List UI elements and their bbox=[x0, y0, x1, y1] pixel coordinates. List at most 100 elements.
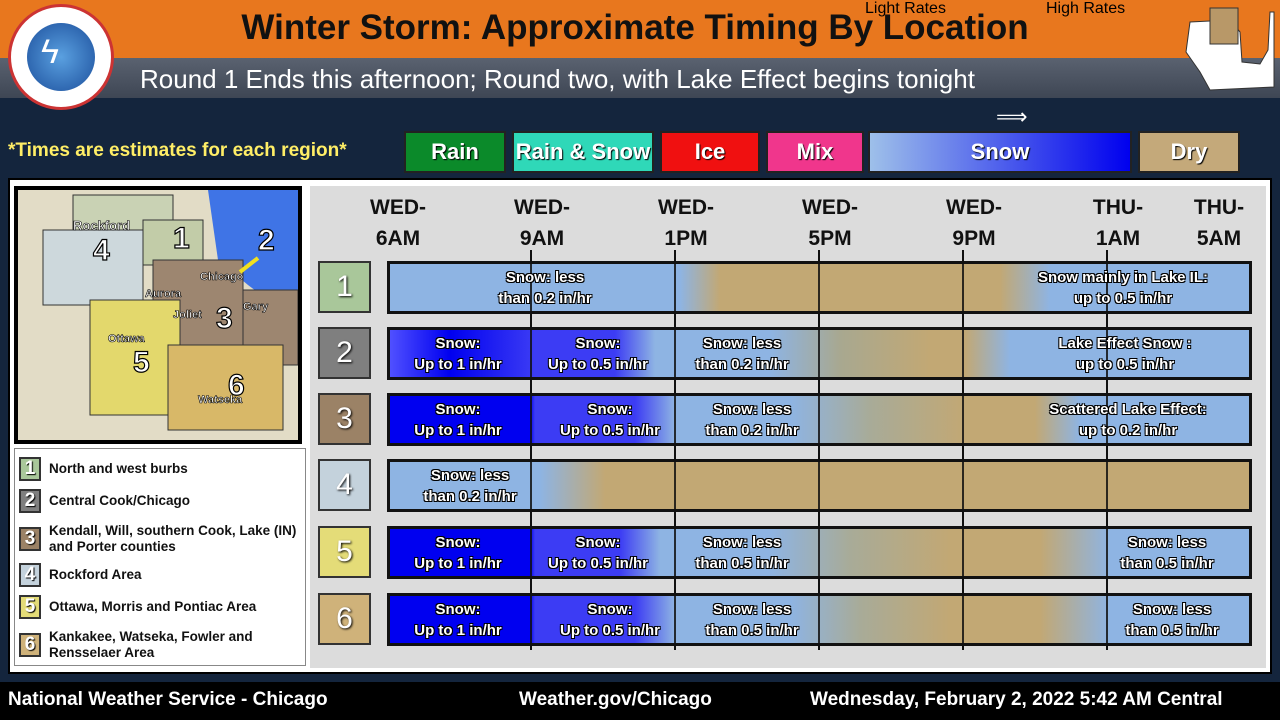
key-mix: Mix bbox=[766, 131, 864, 173]
legend-item-4: 4 Rockford Area bbox=[19, 563, 301, 587]
timeline-cell: Snow: Up to 0.5 in/hr bbox=[560, 399, 660, 441]
time-day: WED- bbox=[802, 196, 858, 219]
legend-label: Rockford Area bbox=[49, 567, 142, 582]
cell-line: Snow: less bbox=[1132, 601, 1212, 618]
legend-item-5: 5 Ottawa, Morris and Pontiac Area bbox=[19, 595, 301, 619]
time-day: THU- bbox=[1193, 196, 1245, 219]
illinois-locator-map bbox=[1185, 7, 1275, 91]
timeline-cell: Snow: Up to 0.5 in/hr bbox=[548, 333, 648, 375]
map-region-4: 4 bbox=[93, 234, 110, 267]
key-rain: Rain bbox=[404, 131, 506, 173]
time-label-9am: WED- 9AM bbox=[492, 192, 592, 254]
cell-line: Up to 0.5 in/hr bbox=[559, 422, 661, 439]
cell-line: up to 0.5 in/hr bbox=[1073, 290, 1173, 307]
cell-line: Snow: less bbox=[702, 335, 782, 352]
footer-timestamp: Wednesday, February 2, 2022 5:42 AM Cent… bbox=[810, 689, 1223, 710]
cell-line: Snow: less bbox=[712, 601, 792, 618]
row-number-3: 3 bbox=[318, 393, 371, 445]
map-region-2: 2 bbox=[258, 224, 275, 257]
time-label-9pm: WED- 9PM bbox=[924, 192, 1024, 254]
map-label-aurora: Aurora bbox=[145, 288, 182, 300]
row-number-4: 4 bbox=[318, 459, 371, 511]
time-day: WED- bbox=[658, 196, 714, 219]
time-hour: 1PM bbox=[664, 227, 708, 250]
cell-line: than 0.2 in/hr bbox=[423, 488, 517, 505]
region-map: Rockford Chicago Aurora Gary Joliet Otta… bbox=[14, 186, 302, 444]
map-region-5: 5 bbox=[133, 346, 150, 379]
legend-item-3: 3 Kendall, Will, southern Cook, Lake (IN)… bbox=[19, 523, 301, 555]
legend-swatch: 3 bbox=[19, 527, 41, 551]
grid-line bbox=[1106, 250, 1108, 650]
arrow-right-icon: ⟹ bbox=[996, 104, 1028, 129]
timeline-cell: Lake Effect Snow : up to 0.5 in/hr bbox=[1058, 333, 1191, 375]
timeline-cell: Snow: less than 0.2 in/hr bbox=[695, 333, 788, 375]
time-label-5pm: WED- 5PM bbox=[780, 192, 880, 254]
time-day: WED- bbox=[946, 196, 1002, 219]
timeline-cell: Snow: less than 0.5 in/hr bbox=[1125, 599, 1218, 641]
map-region-3: 3 bbox=[216, 302, 233, 335]
cell-line: Snow: bbox=[435, 601, 481, 618]
cell-line: Up to 1 in/hr bbox=[414, 422, 502, 439]
cell-line: Scattered Lake Effect: bbox=[1049, 401, 1207, 418]
timeline-cell: Snow: less than 0.2 in/hr bbox=[705, 399, 798, 441]
timeline-cell: Snow: Up to 1 in/hr bbox=[414, 532, 502, 574]
footer-website[interactable]: Weather.gov/Chicago bbox=[519, 689, 712, 711]
timeline-cell: Snow: less than 0.5 in/hr bbox=[1120, 532, 1213, 574]
time-label-6am: WED- 6AM bbox=[348, 192, 448, 254]
key-ice: Ice bbox=[660, 131, 760, 173]
legend-item-2: 2 Central Cook/Chicago bbox=[19, 489, 301, 513]
map-region-6: 6 bbox=[228, 369, 245, 402]
cell-line: Snow: less bbox=[505, 269, 585, 286]
time-hour: 1AM bbox=[1095, 227, 1141, 250]
timeline-cell: Snow: less than 0.2 in/hr bbox=[498, 267, 591, 309]
timeline-cell: Snow: Up to 1 in/hr bbox=[414, 333, 502, 375]
map-label-gary: Gary bbox=[243, 301, 269, 313]
legend-item-6: 6 Kankakee, Watseka, Fowler and Rensselae… bbox=[19, 629, 301, 661]
key-dry: Dry bbox=[1138, 131, 1240, 173]
grid-line bbox=[818, 250, 820, 650]
cell-line: than 0.5 in/hr bbox=[705, 622, 799, 639]
legend-label: Kankakee, Watseka, Fowler and Rensselaer… bbox=[49, 629, 253, 660]
legend-item-1: 1 North and west burbs bbox=[19, 457, 301, 481]
row-number-6: 6 bbox=[318, 593, 371, 645]
timeline-cell: Scattered Lake Effect: up to 0.2 in/hr bbox=[1049, 399, 1207, 441]
time-day: WED- bbox=[370, 196, 426, 219]
timeline-cell: Snow: Up to 1 in/hr bbox=[414, 399, 502, 441]
key-snow: Snow bbox=[868, 131, 1132, 173]
cell-line: Lake Effect Snow : bbox=[1058, 335, 1192, 352]
footer: National Weather Service - Chicago Weath… bbox=[0, 682, 1280, 720]
grid-line bbox=[674, 250, 676, 650]
cell-line: than 0.5 in/hr bbox=[695, 555, 789, 572]
timeline-cell: Snow: Up to 0.5 in/hr bbox=[560, 599, 660, 641]
timeline-cell: Snow: Up to 1 in/hr bbox=[414, 599, 502, 641]
cell-line: Snow: bbox=[435, 401, 481, 418]
legend-label: Kendall, Will, southern Cook, Lake (IN) … bbox=[49, 523, 297, 554]
cell-line: Snow: bbox=[575, 335, 621, 352]
time-hour: 9PM bbox=[952, 227, 996, 250]
nws-logo: ϟ bbox=[8, 4, 114, 110]
cell-line: than 0.2 in/hr bbox=[695, 356, 789, 373]
cell-line: Snow: less bbox=[1127, 534, 1207, 551]
cell-line: Snow: bbox=[575, 534, 621, 551]
map-label-joliet: Joliet bbox=[173, 309, 202, 321]
time-day: WED- bbox=[514, 196, 570, 219]
light-rates-label: Light Rates bbox=[865, 0, 946, 17]
cell-line: than 0.5 in/hr bbox=[1125, 622, 1219, 639]
time-label-1pm: WED- 1PM bbox=[636, 192, 736, 254]
time-hour: 5AM bbox=[1196, 227, 1242, 250]
time-label-1am: THU- 1AM bbox=[1068, 192, 1168, 254]
cell-line: Snow: bbox=[587, 601, 633, 618]
cell-line: than 0.5 in/hr bbox=[1120, 555, 1214, 572]
time-hour: 6AM bbox=[375, 227, 421, 250]
cell-line: than 0.2 in/hr bbox=[705, 422, 799, 439]
cell-line: up to 0.2 in/hr bbox=[1078, 422, 1178, 439]
time-hour: 9AM bbox=[519, 227, 565, 250]
time-hour: 5PM bbox=[808, 227, 852, 250]
cell-line: up to 0.5 in/hr bbox=[1075, 356, 1175, 373]
subtitle: Round 1 Ends this afternoon; Round two, … bbox=[140, 64, 975, 94]
cell-line: Up to 0.5 in/hr bbox=[559, 622, 661, 639]
cell-line: Snow: less bbox=[712, 401, 792, 418]
cell-line: Up to 0.5 in/hr bbox=[547, 555, 649, 572]
map-label-ottawa: Ottawa bbox=[108, 333, 146, 345]
cell-line: Up to 1 in/hr bbox=[414, 622, 502, 639]
